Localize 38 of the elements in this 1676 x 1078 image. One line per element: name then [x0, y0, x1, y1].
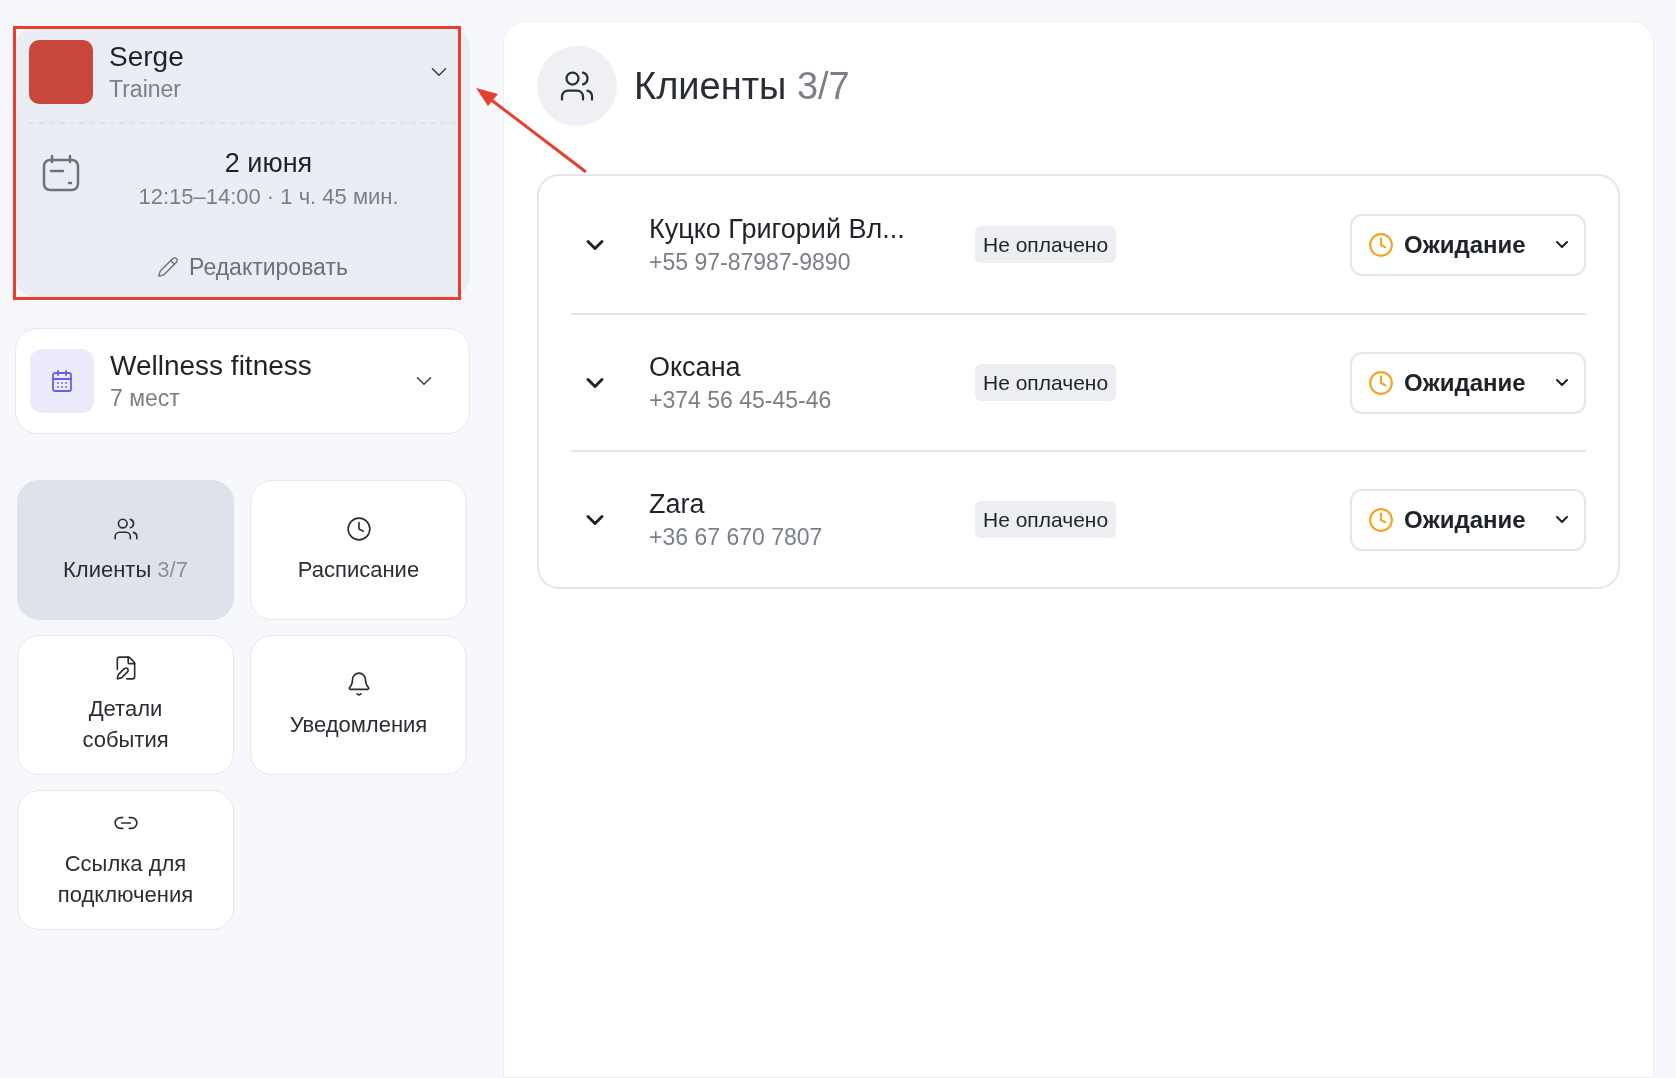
clock-icon	[345, 515, 372, 542]
client-phone: +36 67 670 7807	[649, 522, 824, 552]
calendar-icon	[41, 154, 81, 194]
client-name: Zara	[649, 487, 706, 521]
client-name: Куцко Григорий Вл...	[649, 212, 906, 246]
trainer-name: Serge	[109, 40, 185, 74]
nav-tile[interactable]: Уведомления	[250, 635, 467, 775]
chevron-down-icon	[1556, 241, 1568, 248]
nav-tile[interactable]: Ссылка для подключения	[17, 790, 234, 930]
status-dropdown[interactable]: Ожидание	[1350, 488, 1586, 551]
chevron-down-icon	[1556, 516, 1568, 523]
event-date: 2 июня	[224, 147, 313, 180]
nav-tile[interactable]: Расписание	[250, 480, 467, 620]
client-phone: +374 56 45-45-46	[649, 385, 833, 415]
page-title: Клиенты 3/7	[634, 63, 850, 109]
clock-icon	[1368, 231, 1394, 258]
clock-icon	[1368, 506, 1394, 533]
people-icon	[112, 515, 139, 542]
trainer-role: Trainer	[109, 75, 182, 104]
payment-status: Не оплачено	[975, 225, 1117, 264]
client-name: Оксана	[649, 350, 742, 384]
clock-icon	[1368, 369, 1394, 396]
location-card[interactable]: Wellness fitness 7 мест	[15, 328, 470, 434]
edit-button[interactable]: Редактировать	[157, 249, 348, 284]
status-dropdown[interactable]: Ожидание	[1350, 351, 1586, 414]
pencil-icon	[157, 255, 180, 278]
event-time: 12:15–14:00 · 1 ч. 45 мин.	[138, 183, 399, 211]
location-capacity: 7 мест	[110, 384, 181, 413]
calendar-icon	[30, 349, 94, 413]
payment-status: Не оплачено	[975, 363, 1117, 402]
status-dropdown[interactable]: Ожидание	[1350, 213, 1586, 276]
location-name: Wellness fitness	[110, 349, 313, 383]
payment-status: Не оплачено	[975, 500, 1117, 539]
client-phone: +55 97-87987-9890	[649, 247, 852, 277]
chevron-down-icon	[1556, 379, 1568, 386]
photo-placeholder	[29, 40, 93, 104]
nav-tile[interactable]: Детали события	[17, 635, 234, 775]
nav-tile[interactable]: Клиенты 3/7	[17, 480, 234, 620]
